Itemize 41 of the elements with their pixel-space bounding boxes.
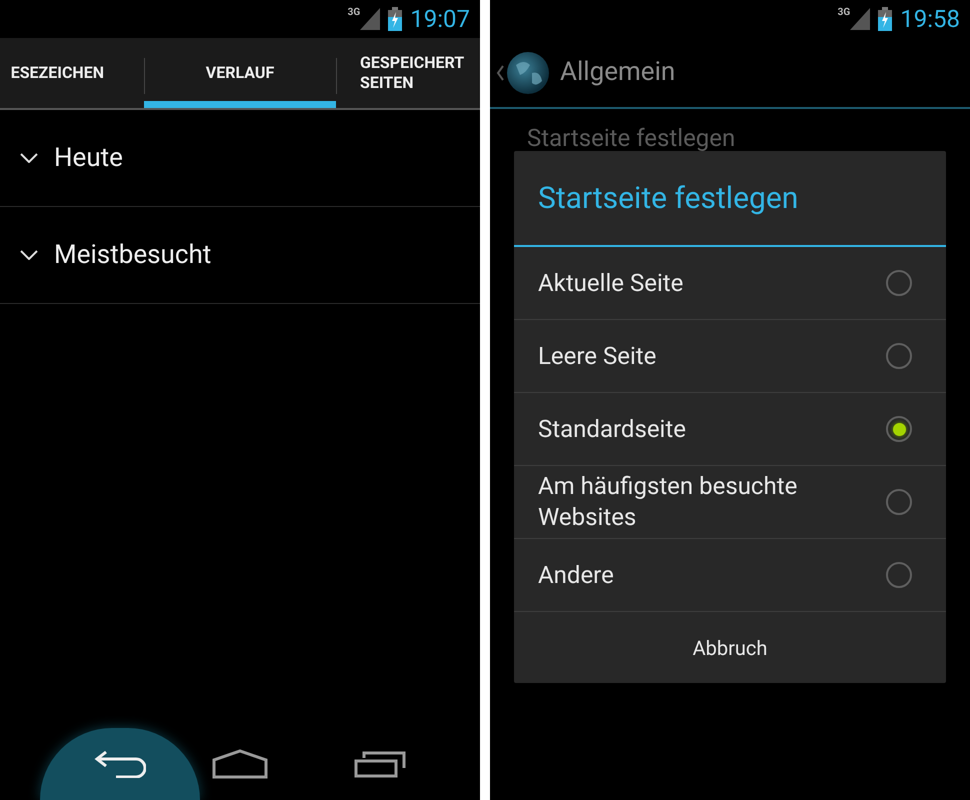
network-type: 3G	[838, 8, 850, 18]
group-label: Heute	[54, 142, 123, 174]
caret-left-icon	[496, 64, 504, 80]
option-label: Leere Seite	[538, 340, 658, 372]
option-label: Andere	[538, 560, 615, 590]
globe-icon	[506, 50, 550, 94]
dialog-title: Startseite festlegen	[514, 151, 946, 247]
battery-charging-icon	[388, 7, 402, 31]
radio-button[interactable]	[886, 270, 912, 296]
cancel-button[interactable]: Abbruch	[514, 612, 946, 683]
radio-option[interactable]: Standardseite	[514, 393, 946, 466]
radio-button[interactable]	[886, 562, 912, 588]
tab[interactable]: ESEZEICHEN	[0, 38, 144, 108]
option-label: Am häufigsten besuchte Websites	[538, 471, 798, 533]
group-label: Meistbesucht	[54, 238, 212, 272]
option-label: Aktuelle Seite	[538, 268, 684, 298]
radio-option[interactable]: Am häufigsten besuchte Websites	[514, 466, 946, 539]
screen-title: Allgemein	[560, 56, 676, 89]
radio-button[interactable]	[886, 416, 912, 442]
tab[interactable]: VERLAUF	[144, 38, 336, 108]
back-icon	[94, 750, 146, 778]
history-group-row[interactable]: Meistbesucht	[0, 207, 480, 304]
option-label: Standardseite	[538, 414, 687, 444]
radio-option[interactable]: Leere Seite	[514, 320, 946, 393]
signal-icon	[850, 8, 870, 30]
radio-option[interactable]: Aktuelle Seite	[514, 247, 946, 320]
recent-apps-icon	[354, 750, 406, 778]
chevron-down-icon	[20, 250, 38, 260]
clock-time: 19:58	[900, 7, 960, 31]
history-group-row[interactable]: Heute	[0, 110, 480, 207]
battery-charging-icon	[878, 7, 892, 31]
home-icon	[212, 749, 268, 779]
clock-time: 19:07	[410, 7, 470, 31]
signal-icon	[360, 8, 380, 30]
radio-button[interactable]	[886, 343, 912, 369]
setting-title: Startseite festlegen	[527, 123, 736, 153]
radio-option[interactable]: Andere	[514, 539, 946, 612]
tab[interactable]: GESPEICHERT SEITEN	[336, 38, 480, 108]
network-type: 3G	[348, 8, 360, 18]
chevron-down-icon	[20, 153, 38, 163]
radio-button[interactable]	[886, 489, 912, 515]
